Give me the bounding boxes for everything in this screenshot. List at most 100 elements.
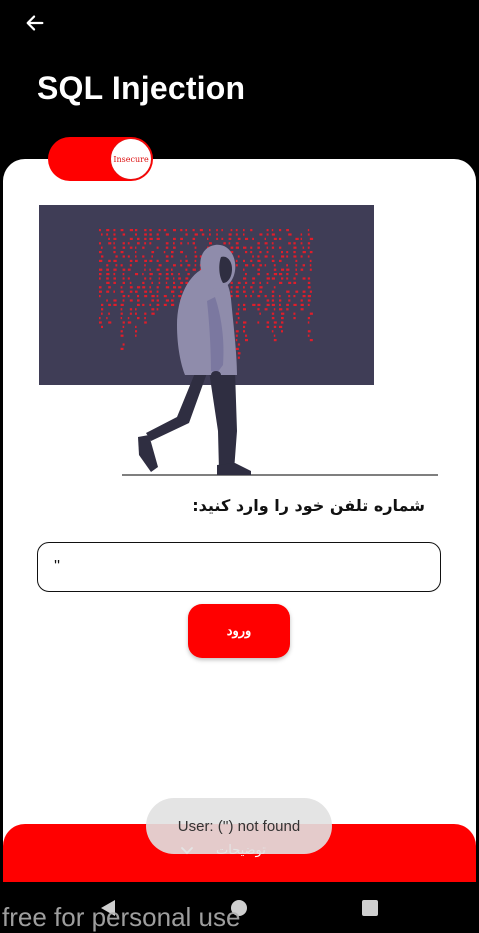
matrix-glyph — [245, 264, 249, 267]
matrix-glyph — [257, 303, 261, 306]
matrix-glyph — [137, 237, 140, 240]
matrix-glyph — [307, 229, 310, 232]
matrix-glyph — [281, 317, 284, 320]
matrix-glyph — [151, 281, 153, 284]
matrix-glyph — [137, 303, 140, 306]
matrix-glyph — [266, 299, 270, 302]
matrix-glyph — [252, 237, 254, 240]
page-title: SQL Injection — [37, 70, 246, 106]
matrix-glyph — [149, 237, 153, 240]
matrix-glyph — [178, 273, 180, 276]
matrix-glyph — [279, 273, 283, 276]
matrix-glyph — [307, 330, 311, 333]
toggle-knob[interactable]: Insecure — [110, 138, 152, 180]
matrix-glyph — [120, 303, 124, 306]
matrix-glyph — [259, 251, 262, 254]
toast-message: User: ('') not found — [146, 798, 332, 854]
matrix-glyph — [163, 251, 166, 254]
matrix-glyph — [257, 295, 261, 298]
matrix-glyph — [271, 233, 275, 236]
matrix-glyph — [243, 321, 247, 324]
matrix-glyph — [106, 229, 110, 232]
matrix-glyph — [259, 281, 261, 284]
matrix-glyph — [185, 277, 189, 280]
matrix-glyph — [259, 312, 261, 315]
matrix-glyph — [302, 264, 305, 267]
matrix-glyph — [266, 246, 269, 249]
matrix-glyph — [266, 251, 269, 254]
matrix-glyph — [295, 237, 299, 240]
matrix-glyph — [187, 242, 189, 245]
matrix-glyph — [273, 237, 277, 240]
back-button[interactable] — [20, 8, 50, 38]
matrix-glyph — [194, 246, 197, 249]
matrix-glyph — [129, 312, 132, 315]
matrix-glyph — [235, 242, 239, 245]
matrix-glyph — [171, 268, 173, 271]
matrix-glyph — [266, 281, 269, 284]
matrix-glyph — [266, 277, 270, 280]
matrix-glyph — [300, 308, 304, 311]
matrix-glyph — [307, 242, 311, 245]
matrix-glyph — [235, 347, 239, 350]
matrix-glyph — [279, 237, 282, 240]
matrix-glyph — [120, 264, 123, 267]
matrix-glyph — [266, 321, 270, 324]
matrix-glyph — [173, 242, 175, 245]
matrix-glyph — [120, 334, 124, 337]
matrix-glyph — [281, 255, 285, 258]
matrix-glyph — [257, 259, 261, 262]
matrix-glyph — [165, 233, 169, 236]
matrix-glyph — [279, 259, 282, 262]
matrix-glyph — [250, 295, 252, 298]
matrix-glyph — [257, 268, 260, 271]
matrix-glyph — [288, 299, 291, 302]
matrix-glyph — [309, 237, 314, 240]
matrix-glyph — [264, 264, 267, 267]
matrix-glyph — [122, 246, 126, 249]
arrow-left-icon — [26, 15, 44, 31]
matrix-glyph — [273, 273, 278, 276]
matrix-glyph — [113, 273, 116, 276]
matrix-glyph — [144, 290, 148, 293]
matrix-glyph — [209, 242, 212, 245]
matrix-glyph — [264, 242, 268, 245]
matrix-glyph — [173, 264, 176, 267]
matrix-glyph — [149, 259, 153, 262]
matrix-glyph — [135, 259, 138, 262]
matrix-glyph — [137, 242, 140, 245]
phone-input[interactable] — [37, 542, 441, 592]
login-button[interactable]: ورود — [188, 604, 290, 658]
matrix-glyph — [300, 303, 304, 306]
matrix-glyph — [185, 255, 187, 258]
matrix-glyph — [288, 281, 292, 284]
matrix-glyph — [122, 268, 126, 271]
matrix-glyph — [192, 268, 196, 271]
matrix-glyph — [279, 303, 281, 306]
matrix-glyph — [243, 325, 246, 328]
matrix-glyph — [129, 281, 132, 284]
matrix-glyph — [144, 237, 147, 240]
matrix-glyph — [302, 295, 306, 298]
matrix-glyph — [279, 281, 283, 284]
matrix-glyph — [302, 290, 306, 293]
matrix-glyph — [264, 255, 268, 258]
matrix-glyph — [237, 352, 241, 355]
matrix-glyph — [101, 325, 103, 328]
matrix-glyph — [144, 317, 146, 320]
insecure-mode-toggle[interactable]: Insecure — [48, 137, 153, 181]
matrix-glyph — [122, 242, 125, 245]
nav-recents-button[interactable] — [360, 898, 380, 918]
matrix-glyph — [281, 321, 284, 324]
matrix-glyph — [230, 290, 233, 293]
hacker-illustration — [39, 205, 438, 476]
matrix-glyph — [135, 312, 137, 315]
matrix-glyph — [307, 303, 310, 306]
matrix-glyph — [99, 321, 102, 324]
matrix-glyph — [309, 251, 313, 254]
matrix-glyph — [286, 251, 289, 254]
matrix-glyph — [309, 268, 312, 271]
matrix-glyph — [120, 286, 123, 289]
matrix-glyph — [156, 237, 160, 240]
matrix-glyph — [257, 255, 260, 258]
